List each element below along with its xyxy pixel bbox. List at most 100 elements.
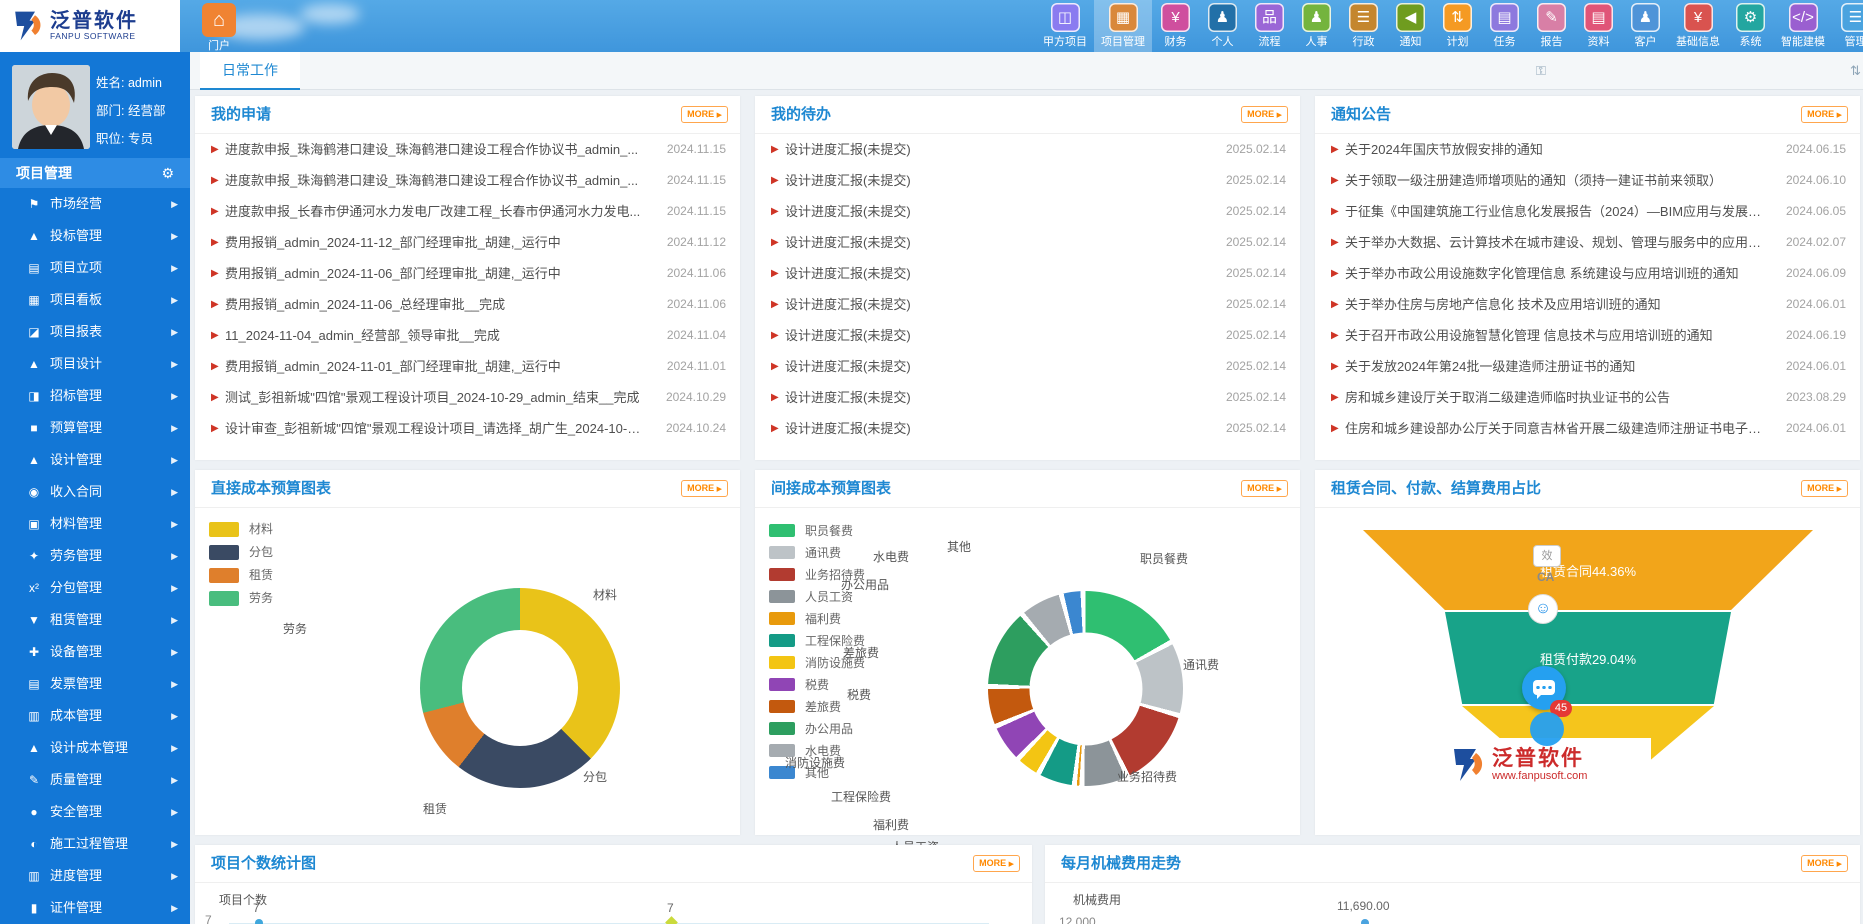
item-text[interactable]: 设计进度汇报(未提交) (785, 289, 1204, 320)
list-item[interactable]: ▶ 设计进度汇报(未提交) 2025.02.14 (755, 413, 1300, 444)
item-text[interactable]: 设计进度汇报(未提交) (785, 227, 1204, 258)
panel-title[interactable]: 我的待办 (771, 96, 831, 134)
funnel-segment-contract[interactable]: 租赁合同44.36% (1363, 530, 1813, 610)
top-nav-item[interactable]: ▦ 项目管理 (1094, 0, 1152, 52)
more-button[interactable]: MORE ▶ (1801, 855, 1848, 872)
key-icon[interactable]: ⚿ (1536, 63, 1546, 79)
top-nav-item[interactable]: ☰ 行政 (1340, 0, 1387, 52)
sidebar-menu-item[interactable]: ✦ 劳务管理 ▶ (0, 540, 190, 572)
item-text[interactable]: 关于举办大数据、云计算技术在城市建设、规划、管理与服务中的应用培训班... (1345, 227, 1764, 258)
panel-title[interactable]: 我的申请 (211, 96, 271, 134)
list-item[interactable]: ▶ 关于召开市政公用设施智慧化管理 信息技术与应用培训班的通知 2024.06.… (1315, 320, 1860, 351)
list-item[interactable]: ▶ 进度款申报_珠海鹤港口建设_珠海鹤港口建设工程合作协议书_admin_...… (195, 134, 740, 165)
item-text[interactable]: 设计进度汇报(未提交) (785, 258, 1204, 289)
list-item[interactable]: ▶ 费用报销_admin_2024-11-06_总经理审批__完成 2024.1… (195, 289, 740, 320)
more-button[interactable]: MORE ▶ (1801, 106, 1848, 123)
item-text[interactable]: 关于召开市政公用设施智慧化管理 信息技术与应用培训班的通知 (1345, 320, 1764, 351)
panel-title[interactable]: 项目个数统计图 (211, 845, 316, 883)
panel-title[interactable]: 通知公告 (1331, 96, 1391, 134)
funnel-segment-payment[interactable]: 租赁付款29.04% (1445, 612, 1731, 704)
list-item[interactable]: ▶ 关于举办大数据、云计算技术在城市建设、规划、管理与服务中的应用培训班... … (1315, 227, 1860, 258)
list-item[interactable]: ▶ 关于举办市政公用设施数字化管理信息 系统建设与应用培训班的通知 2024.0… (1315, 258, 1860, 289)
list-item[interactable]: ▶ 设计进度汇报(未提交) 2025.02.14 (755, 382, 1300, 413)
list-item[interactable]: ▶ 设计进度汇报(未提交) 2025.02.14 (755, 165, 1300, 196)
item-text[interactable]: 进度款申报_珠海鹤港口建设_珠海鹤港口建设工程合作协议书_admin_... (225, 165, 644, 196)
donut-chart-direct-cost[interactable] (420, 588, 620, 788)
sidebar-menu-item[interactable]: ● 安全管理 ▶ (0, 796, 190, 828)
item-text[interactable]: 于征集《中国建筑施工行业信息化发展报告（2024）—BIM应用与发展》材料... (1345, 196, 1764, 227)
item-text[interactable]: 费用报销_admin_2024-11-12_部门经理审批_胡建,_运行中 (225, 227, 644, 258)
smiley-widget-icon[interactable]: ☺ (1528, 594, 1558, 624)
item-text[interactable]: 设计进度汇报(未提交) (785, 351, 1204, 382)
more-button[interactable]: MORE ▶ (1241, 480, 1288, 497)
sidebar-menu-item[interactable]: ◉ 收入合同 ▶ (0, 476, 190, 508)
data-point-marker[interactable] (665, 916, 678, 924)
item-text[interactable]: 关于举办住房与房地产信息化 技术及应用培训班的通知 (1345, 289, 1764, 320)
data-point-marker[interactable] (255, 919, 263, 924)
sidebar-menu-item[interactable]: ▲ 项目设计 ▶ (0, 348, 190, 380)
list-item[interactable]: ▶ 于征集《中国建筑施工行业信息化发展报告（2024）—BIM应用与发展》材料.… (1315, 196, 1860, 227)
sidebar-menu-item[interactable]: ▥ 进度管理 ▶ (0, 860, 190, 892)
item-text[interactable]: 设计进度汇报(未提交) (785, 413, 1204, 444)
list-item[interactable]: ▶ 设计审查_彭祖新城"四馆"景观工程设计项目_请选择_胡广生_2024-10-… (195, 413, 740, 444)
list-item[interactable]: ▶ 费用报销_admin_2024-11-12_部门经理审批_胡建,_运行中 2… (195, 227, 740, 258)
top-nav-item[interactable]: </> 智能建模 (1774, 0, 1832, 52)
list-item[interactable]: ▶ 设计进度汇报(未提交) 2025.02.14 (755, 289, 1300, 320)
item-text[interactable]: 关于2024年国庆节放假安排的通知 (1345, 134, 1764, 165)
item-text[interactable]: 关于发放2024年第24批一级建造师注册证书的通知 (1345, 351, 1764, 382)
item-text[interactable]: 设计进度汇报(未提交) (785, 134, 1204, 165)
item-text[interactable]: 设计进度汇报(未提交) (785, 196, 1204, 227)
top-nav-item[interactable]: ✎ 报告 (1528, 0, 1575, 52)
more-button[interactable]: MORE ▶ (973, 855, 1020, 872)
sidebar-menu-item[interactable]: ◨ 招标管理 ▶ (0, 380, 190, 412)
sidebar-menu-item[interactable]: ▲ 设计管理 ▶ (0, 444, 190, 476)
list-item[interactable]: ▶ 关于领取一级注册建造师增项贴的通知（须持一建证书前来领取） 2024.06.… (1315, 165, 1860, 196)
gear-icon[interactable]: ⚙ (161, 158, 174, 188)
item-text[interactable]: 设计审查_彭祖新城"四馆"景观工程设计项目_请选择_胡广生_2024-10-2.… (225, 413, 644, 444)
ca-certificate-icon[interactable]: CA (1537, 570, 1554, 584)
tab-daily-work[interactable]: 日常工作 (200, 52, 300, 90)
item-text[interactable]: 住房和城乡建设部办公厅关于同意吉林省开展二级建造师注册证书电子化试点... (1345, 413, 1764, 444)
list-item[interactable]: ▶ 设计进度汇报(未提交) 2025.02.14 (755, 227, 1300, 258)
list-item[interactable]: ▶ 设计进度汇报(未提交) 2025.02.14 (755, 258, 1300, 289)
sidebar-menu-item[interactable]: ◐ 施工过程管理 ▶ (0, 828, 190, 860)
panel-title[interactable]: 直接成本预算图表 (211, 470, 331, 508)
more-button[interactable]: MORE ▶ (1801, 480, 1848, 497)
more-button[interactable]: MORE ▶ (1241, 106, 1288, 123)
top-nav-item[interactable]: ⚙ 系统 (1727, 0, 1774, 52)
sidebar-menu-item[interactable]: ▤ 发票管理 ▶ (0, 668, 190, 700)
item-text[interactable]: 费用报销_admin_2024-11-01_部门经理审批_胡建,_运行中 (225, 351, 644, 382)
item-text[interactable]: 费用报销_admin_2024-11-06_总经理审批__完成 (225, 289, 644, 320)
list-item[interactable]: ▶ 关于2024年国庆节放假安排的通知 2024.06.15 (1315, 134, 1860, 165)
sidebar-menu-item[interactable]: ▦ 项目看板 ▶ (0, 284, 190, 316)
sidebar-menu-item[interactable]: ▼ 租赁管理 ▶ (0, 604, 190, 636)
effect-bubble-icon[interactable]: 效 (1533, 545, 1561, 567)
list-item[interactable]: ▶ 费用报销_admin_2024-11-01_部门经理审批_胡建,_运行中 2… (195, 351, 740, 382)
list-item[interactable]: ▶ 房和城乡建设厅关于取消二级建造师临时执业证书的公告 2023.08.29 (1315, 382, 1860, 413)
top-nav-item[interactable]: ⇅ 计划 (1434, 0, 1481, 52)
item-text[interactable]: 进度款申报_长春市伊通河水力发电厂改建工程_长春市伊通河水力发电... (225, 196, 644, 227)
item-text[interactable]: 进度款申报_珠海鹤港口建设_珠海鹤港口建设工程合作协议书_admin_... (225, 134, 644, 165)
sidebar-menu-item[interactable]: ⚑ 市场经营 ▶ (0, 188, 190, 220)
item-text[interactable]: 11_2024-11-04_admin_经营部_领导审批__完成 (225, 320, 644, 351)
top-nav-item[interactable]: ¥ 财务 (1152, 0, 1199, 52)
secondary-chat-button[interactable] (1530, 712, 1564, 746)
top-nav-item[interactable]: 品 流程 (1246, 0, 1293, 52)
list-item[interactable]: ▶ 费用报销_admin_2024-11-06_部门经理审批_胡建,_运行中 2… (195, 258, 740, 289)
sidebar-menu-item[interactable]: ▣ 材料管理 ▶ (0, 508, 190, 540)
watermark-url[interactable]: www.fanpusoft.com (1492, 770, 1587, 782)
list-item[interactable]: ▶ 设计进度汇报(未提交) 2025.02.14 (755, 320, 1300, 351)
item-text[interactable]: 关于领取一级注册建造师增项贴的通知（须持一建证书前来领取） (1345, 165, 1764, 196)
list-item[interactable]: ▶ 设计进度汇报(未提交) 2025.02.14 (755, 134, 1300, 165)
top-nav-item[interactable]: ¥ 基础信息 (1669, 0, 1727, 52)
list-item[interactable]: ▶ 设计进度汇报(未提交) 2025.02.14 (755, 196, 1300, 227)
sidebar-menu-item[interactable]: ✚ 设备管理 ▶ (0, 636, 190, 668)
sidebar-menu-item[interactable]: ▲ 设计成本管理 ▶ (0, 732, 190, 764)
panel-title[interactable]: 间接成本预算图表 (771, 470, 891, 508)
list-item[interactable]: ▶ 设计进度汇报(未提交) 2025.02.14 (755, 351, 1300, 382)
top-nav-item[interactable]: ☰ 管理 (1832, 0, 1863, 52)
top-nav-item[interactable]: ◀ 通知 (1387, 0, 1434, 52)
sidebar-menu-item[interactable]: ▲ 投标管理 ▶ (0, 220, 190, 252)
sidebar-section-header[interactable]: 项目管理 ⚙ (0, 158, 190, 188)
list-item[interactable]: ▶ 进度款申报_长春市伊通河水力发电厂改建工程_长春市伊通河水力发电... 20… (195, 196, 740, 227)
